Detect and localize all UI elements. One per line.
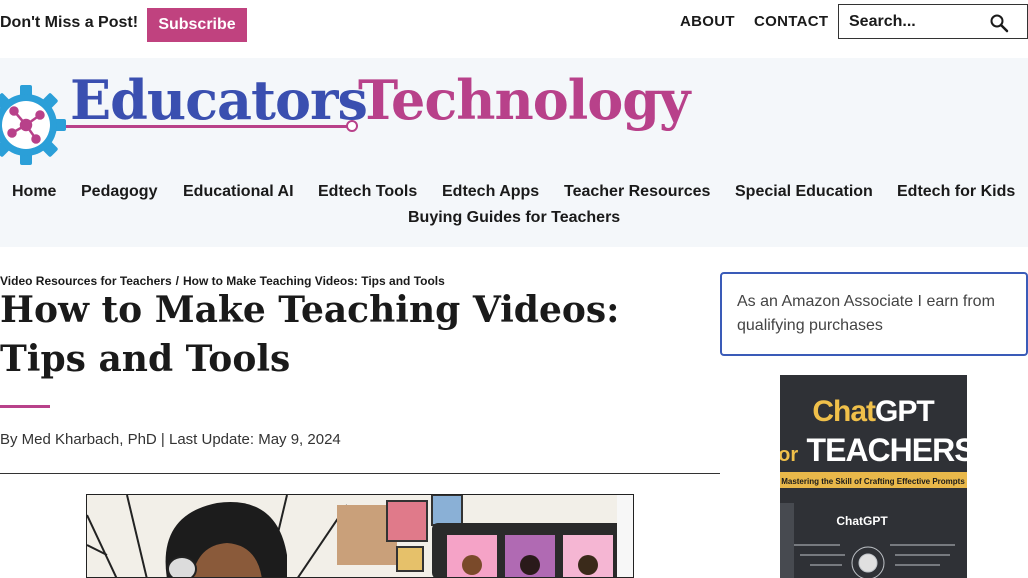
book-inner-label: ChatGPT (836, 514, 888, 528)
nav-home[interactable]: Home (12, 183, 56, 201)
nav-buying-guides[interactable]: Buying Guides for Teachers (408, 209, 620, 227)
title-accent-bar (0, 405, 50, 408)
book-ad[interactable]: ChatGPT for TEACHERS Mastering the Skill… (780, 375, 967, 578)
article-byline: By Med Kharbach, PhD | Last Update: May … (0, 431, 341, 448)
affiliate-disclosure: As an Amazon Associate I earn from quali… (720, 272, 1028, 356)
book-subtitle: Mastering the Skill of Crafting Effectiv… (781, 477, 965, 486)
site-header: Educators Technology Home Pedagogy Educa… (0, 58, 1028, 247)
top-bar: Don't Miss a Post! Subscribe ABOUT CONTA… (0, 0, 1028, 58)
nav-educational-ai[interactable]: Educational AI (183, 183, 294, 201)
about-link[interactable]: ABOUT (680, 13, 735, 30)
gear-logo-icon (0, 84, 68, 166)
nav-edtech-apps[interactable]: Edtech Apps (442, 183, 539, 201)
logo-word-educators[interactable]: Educators (70, 68, 368, 132)
nav-edtech-tools[interactable]: Edtech Tools (318, 183, 417, 201)
nav-special-education[interactable]: Special Education (735, 183, 873, 201)
logo-word-technology[interactable]: Technology (358, 68, 690, 132)
nav-edtech-for-kids[interactable]: Edtech for Kids (897, 183, 1015, 201)
book-title-chat: Chat (812, 395, 876, 428)
search-placeholder: Search... (849, 13, 916, 30)
logo-underline (66, 125, 352, 128)
book-title-teachers: TEACHERS (807, 432, 967, 468)
nav-pedagogy[interactable]: Pedagogy (81, 183, 157, 201)
featured-image (86, 494, 634, 578)
svg-text:ChatGPT: ChatGPT (812, 395, 934, 428)
nav-teacher-resources[interactable]: Teacher Resources (564, 183, 710, 201)
search-icon[interactable] (989, 13, 1009, 33)
subscribe-button[interactable]: Subscribe (147, 8, 247, 42)
book-title-for: for (780, 444, 798, 466)
book-title-gpt: GPT (875, 395, 934, 428)
byline-divider (0, 473, 720, 474)
contact-link[interactable]: CONTACT (754, 13, 828, 30)
article-title: How to Make Teaching Videos: Tips and To… (0, 289, 620, 380)
search-input[interactable]: Search... (838, 4, 1028, 39)
logo-dot (346, 120, 358, 132)
svg-text:for TEACHERS: for TEACHERS (780, 432, 967, 468)
promo-text: Don't Miss a Post! (0, 14, 139, 31)
